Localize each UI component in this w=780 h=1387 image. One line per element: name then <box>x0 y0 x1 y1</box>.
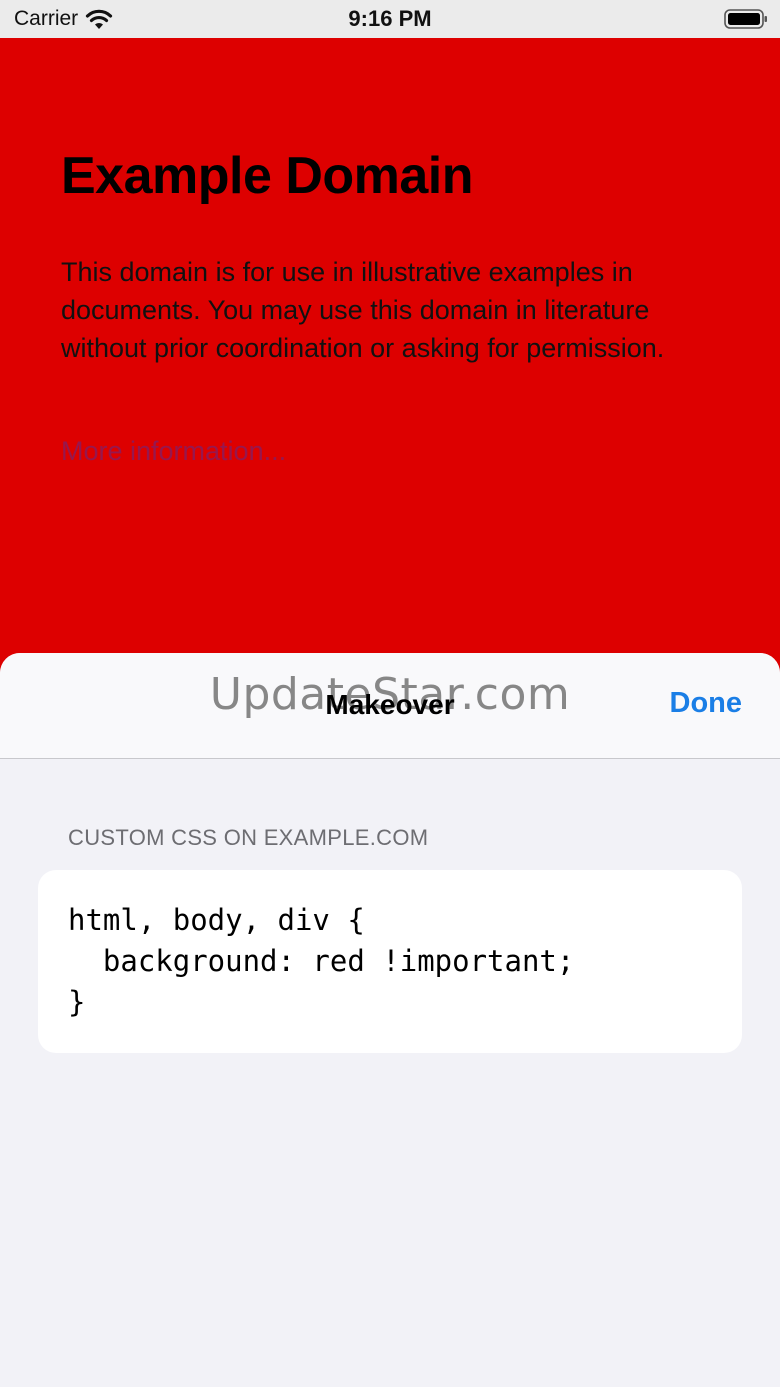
code-line: html, body, div { <box>68 903 365 937</box>
done-button[interactable]: Done <box>670 687 743 720</box>
page-body-text: This domain is for use in illustrative e… <box>61 257 665 363</box>
sheet-title: Makeover <box>325 689 455 720</box>
battery-icon <box>724 9 767 29</box>
code-line: background: red !important; <box>68 944 575 978</box>
sheet-header: UpdateStar.com Makeover Done <box>0 653 780 759</box>
page-title: Example Domain <box>61 147 474 205</box>
wifi-icon <box>86 9 113 29</box>
carrier: Carrier <box>14 7 114 31</box>
status-time: 9:16 PM <box>348 6 432 31</box>
web-page: Example Domain This domain is for use in… <box>0 38 780 678</box>
more-information-link[interactable]: More information... <box>61 436 286 467</box>
screen: Carrier 9:16 PM Example Domain This doma… <box>0 0 780 1387</box>
status-bar: Carrier 9:16 PM <box>0 0 780 38</box>
makeover-sheet: UpdateStar.com Makeover Done CUSTOM CSS … <box>0 653 780 1387</box>
code-line: } <box>68 985 86 1019</box>
carrier-label: Carrier <box>14 7 79 30</box>
section-header: CUSTOM CSS ON EXAMPLE.COM <box>68 825 429 850</box>
css-editor[interactable]: html, body, div { background: red !impor… <box>38 870 742 1053</box>
